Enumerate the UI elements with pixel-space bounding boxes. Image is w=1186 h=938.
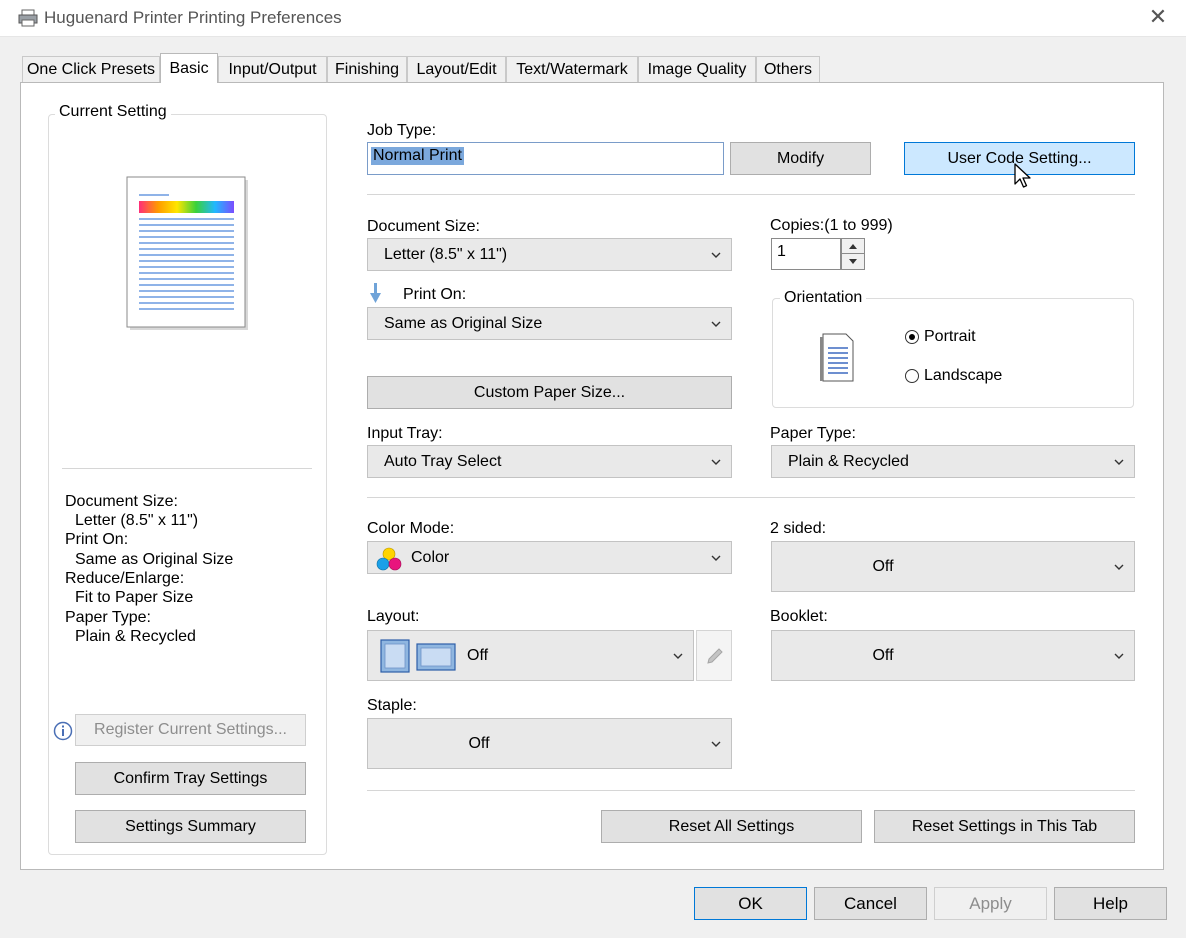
input-tray-label: Input Tray: bbox=[367, 425, 443, 442]
staple-value: Off bbox=[468, 735, 490, 752]
staple-select[interactable]: Off bbox=[367, 718, 732, 769]
current-setting-title: Current Setting bbox=[55, 103, 171, 121]
print-on-value: Same as Original Size bbox=[384, 315, 543, 332]
paper-type-value: Plain & Recycled bbox=[788, 453, 909, 470]
summary-print-on-key: Print On: bbox=[65, 531, 129, 548]
section-divider-2 bbox=[367, 497, 1135, 498]
copies-input[interactable]: 1 bbox=[771, 238, 841, 270]
chevron-down-icon bbox=[711, 555, 721, 561]
layout-pages-icon bbox=[380, 639, 456, 673]
color-mode-label: Color Mode: bbox=[367, 520, 455, 537]
tab-basic[interactable]: Basic bbox=[160, 53, 218, 83]
tab-input-output[interactable]: Input/Output bbox=[218, 56, 327, 82]
summary-divider bbox=[62, 468, 312, 469]
pencil-icon bbox=[707, 648, 723, 664]
reset-settings-tab-button[interactable]: Reset Settings in This Tab bbox=[874, 810, 1135, 843]
landscape-radio[interactable] bbox=[905, 369, 919, 383]
window-title: Huguenard Printer Printing Preferences bbox=[44, 8, 342, 27]
color-mode-select[interactable]: Color bbox=[367, 541, 732, 574]
chevron-down-icon bbox=[1114, 653, 1124, 659]
layout-select[interactable]: Off bbox=[367, 630, 694, 681]
tab-finishing[interactable]: Finishing bbox=[327, 56, 407, 82]
tab-one-click-presets[interactable]: One Click Presets bbox=[22, 56, 160, 82]
portrait-label[interactable]: Portrait bbox=[924, 328, 976, 346]
close-button[interactable]: ✕ bbox=[1144, 4, 1172, 32]
document-size-label: Document Size: bbox=[367, 218, 480, 235]
section-divider-3 bbox=[367, 790, 1135, 791]
layout-value: Off bbox=[467, 647, 489, 664]
summary-print-on-value: Same as Original Size bbox=[75, 551, 234, 568]
printer-icon bbox=[18, 9, 38, 27]
spin-down-icon[interactable] bbox=[842, 254, 864, 269]
print-on-select[interactable]: Same as Original Size bbox=[367, 307, 732, 340]
layout-label: Layout: bbox=[367, 608, 420, 625]
copies-value: 1 bbox=[777, 243, 786, 260]
cancel-button[interactable]: Cancel bbox=[814, 887, 927, 920]
document-preview-icon bbox=[126, 176, 248, 330]
orientation-title: Orientation bbox=[780, 289, 867, 307]
landscape-label[interactable]: Landscape bbox=[924, 367, 1002, 385]
summary-reduce-enlarge-value: Fit to Paper Size bbox=[75, 589, 194, 606]
staple-label: Staple: bbox=[367, 697, 417, 714]
copies-label: Copies:(1 to 999) bbox=[770, 217, 893, 234]
mouse-cursor-icon bbox=[1014, 163, 1031, 188]
portrait-page-icon bbox=[820, 333, 854, 382]
tab-image-quality[interactable]: Image Quality bbox=[638, 56, 756, 82]
input-tray-select[interactable]: Auto Tray Select bbox=[367, 445, 732, 478]
summary-paper-type-value: Plain & Recycled bbox=[75, 628, 196, 645]
info-icon bbox=[53, 721, 73, 741]
job-type-value: Normal Print bbox=[371, 147, 464, 165]
summary-paper-type-key: Paper Type: bbox=[65, 609, 151, 626]
copies-spinner[interactable] bbox=[841, 238, 865, 270]
chevron-down-icon bbox=[673, 653, 683, 659]
booklet-label: Booklet: bbox=[770, 608, 828, 625]
settings-summary-button[interactable]: Settings Summary bbox=[75, 810, 306, 843]
section-divider-1 bbox=[367, 194, 1135, 195]
layout-edit-button[interactable] bbox=[696, 630, 732, 681]
booklet-value: Off bbox=[872, 647, 894, 664]
job-type-field[interactable]: Normal Print bbox=[367, 142, 724, 175]
ok-button[interactable]: OK bbox=[694, 887, 807, 920]
tab-others[interactable]: Others bbox=[756, 56, 820, 82]
help-button[interactable]: Help bbox=[1054, 887, 1167, 920]
portrait-radio[interactable] bbox=[905, 330, 919, 344]
two-sided-label: 2 sided: bbox=[770, 520, 827, 537]
color-mode-value: Color bbox=[411, 549, 450, 566]
arrow-down-icon bbox=[370, 283, 381, 303]
chevron-down-icon bbox=[711, 321, 721, 327]
paper-type-select[interactable]: Plain & Recycled bbox=[771, 445, 1135, 478]
input-tray-value: Auto Tray Select bbox=[384, 453, 502, 470]
apply-button[interactable]: Apply bbox=[934, 887, 1047, 920]
booklet-select[interactable]: Off bbox=[771, 630, 1135, 681]
confirm-tray-settings-button[interactable]: Confirm Tray Settings bbox=[75, 762, 306, 795]
two-sided-value: Off bbox=[872, 558, 894, 575]
two-sided-select[interactable]: Off bbox=[771, 541, 1135, 592]
summary-document-size-value: Letter (8.5" x 11") bbox=[75, 512, 199, 529]
color-dots-icon bbox=[376, 547, 402, 571]
document-size-select[interactable]: Letter (8.5" x 11") bbox=[367, 238, 732, 271]
modify-button[interactable]: Modify bbox=[730, 142, 871, 175]
chevron-down-icon bbox=[711, 459, 721, 465]
spin-up-icon[interactable] bbox=[842, 239, 864, 254]
chevron-down-icon bbox=[711, 252, 721, 258]
paper-type-label: Paper Type: bbox=[770, 425, 856, 442]
chevron-down-icon bbox=[1114, 459, 1124, 465]
tab-text-watermark[interactable]: Text/Watermark bbox=[506, 56, 638, 82]
chevron-down-icon bbox=[1114, 564, 1124, 570]
document-size-value: Letter (8.5" x 11") bbox=[384, 246, 508, 263]
summary-document-size-key: Document Size: bbox=[65, 493, 178, 510]
custom-paper-size-button[interactable]: Custom Paper Size... bbox=[367, 376, 732, 409]
title-bar: Huguenard Printer Printing Preferences ✕ bbox=[0, 0, 1186, 37]
summary-reduce-enlarge-key: Reduce/Enlarge: bbox=[65, 570, 185, 587]
tab-layout-edit[interactable]: Layout/Edit bbox=[407, 56, 506, 82]
reset-all-settings-button[interactable]: Reset All Settings bbox=[601, 810, 862, 843]
print-on-label: Print On: bbox=[403, 286, 467, 303]
chevron-down-icon bbox=[711, 741, 721, 747]
register-current-settings-button[interactable]: Register Current Settings... bbox=[75, 714, 306, 746]
job-type-label: Job Type: bbox=[367, 122, 437, 139]
